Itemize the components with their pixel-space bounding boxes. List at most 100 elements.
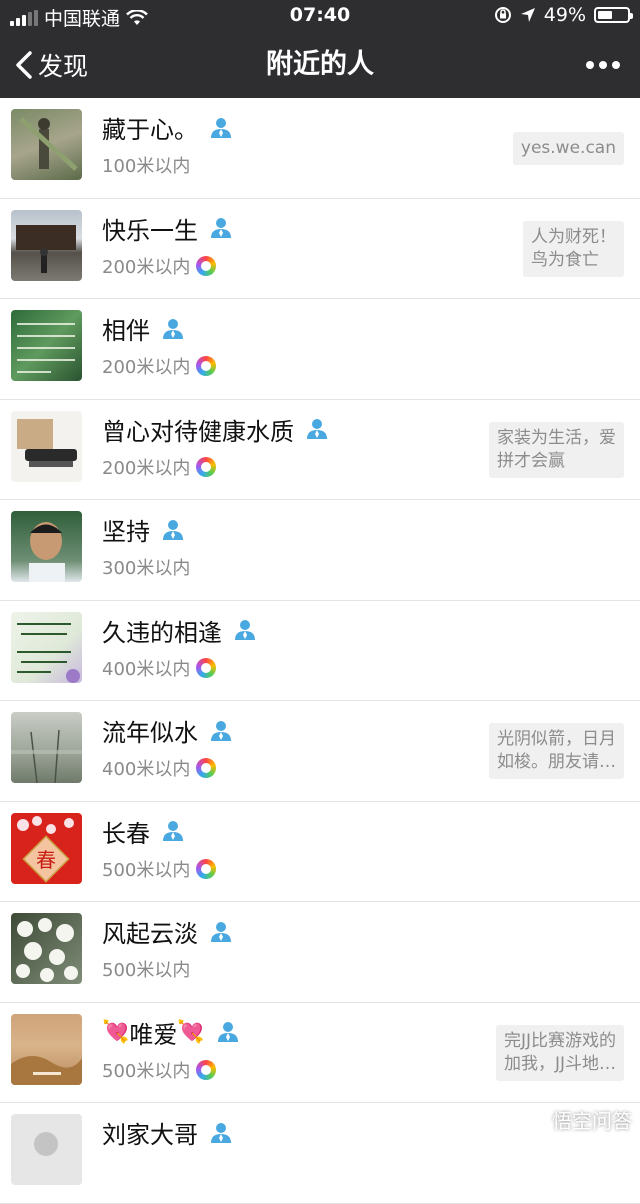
moments-icon [196, 758, 217, 778]
battery-percent: 49% [543, 4, 586, 26]
person-icon [163, 519, 183, 540]
more-dot-icon [612, 61, 620, 69]
more-dot-icon [586, 61, 594, 69]
watermark: 悟空问答 [520, 1105, 632, 1134]
moments-icon [196, 456, 217, 477]
rotation-lock-icon [494, 7, 511, 23]
person-name: 刘家大哥 [102, 1115, 232, 1150]
wukong-logo-icon [520, 1106, 546, 1133]
avatar [11, 1114, 82, 1185]
spring-char: 春 [36, 848, 56, 872]
list-item[interactable]: 曾心对待健康水质 200米以内 家装为生活，爱 拼才会赢 [0, 400, 640, 500]
list-item[interactable]: 春 长春 500米以内 [0, 802, 640, 902]
person-name: 藏于心。 [102, 110, 232, 145]
person-name: 风起云淡 [102, 914, 232, 949]
distance: 400米以内 [102, 755, 217, 781]
person-icon [211, 921, 231, 942]
person-name: 相伴 [102, 311, 184, 346]
signature-bubble: 完JJ比赛游戏的 加我，JJ斗地… [495, 1024, 624, 1081]
distance: 100米以内 [102, 152, 190, 178]
distance-text: 500米以内 [102, 960, 191, 981]
person-name: 快乐一生 [102, 211, 232, 246]
list-item[interactable]: 风起云淡 500米以内 [0, 902, 640, 1003]
person-name-text: 唯爱 [129, 1020, 178, 1049]
avatar-photo [16, 918, 78, 982]
distance: 500米以内 [102, 956, 190, 982]
avatar [11, 310, 82, 381]
person-name-text: 相伴 [102, 317, 150, 345]
distance-text: 300米以内 [102, 558, 191, 579]
distance-text: 200米以内 [102, 457, 191, 479]
person-name-text: 长春 [102, 819, 150, 848]
avatar-photo [17, 622, 80, 683]
person-name-text: 坚持 [102, 518, 150, 546]
list-item[interactable]: 坚持 300米以内 [0, 500, 640, 601]
distance: 200米以内 [102, 353, 217, 379]
distance: 300米以内 [102, 554, 190, 580]
watermark-text: 悟空问答 [552, 1109, 632, 1133]
distance: 200米以内 [102, 454, 217, 480]
person-icon [307, 419, 327, 439]
distance: 500米以内 [102, 1057, 217, 1083]
distance: 400米以内 [102, 655, 217, 681]
list-item[interactable]: 久违的相逢 400米以内 [0, 601, 640, 701]
person-name-text: 快乐一生 [102, 216, 198, 245]
avatar-photo [29, 522, 65, 582]
signature-bubble: 人为财死！ 鸟为食亡 [523, 220, 624, 277]
signature-bubble: 家装为生活，爱 拼才会赢 [489, 421, 624, 478]
list-item[interactable]: 💘 唯爱 💘 500米以内 完JJ比赛游戏的 加我，JJ斗地… [0, 1003, 640, 1103]
avatar-photo [16, 224, 76, 273]
avatar-photo: 春 [17, 815, 74, 883]
person-name-text: 刘家大哥 [102, 1121, 198, 1149]
avatar-photo [19, 117, 78, 171]
distance-text: 200米以内 [102, 256, 191, 278]
distance-text: 100米以内 [102, 156, 191, 177]
avatar [11, 1013, 82, 1085]
person-icon [211, 218, 231, 238]
distance-text: 400米以内 [102, 658, 191, 680]
distance-text: 500米以内 [102, 1060, 191, 1082]
avatar: 春 [11, 812, 82, 884]
more-dot-icon [599, 61, 607, 69]
person-name-text: 流年似水 [102, 719, 198, 747]
location-icon [520, 8, 535, 22]
person-name: 长春 [102, 814, 184, 849]
list-item[interactable]: 相伴 200米以内 [0, 299, 640, 400]
distance-text: 200米以内 [102, 357, 191, 378]
status-right: 49% [494, 4, 633, 26]
person-name: 流年似水 [102, 713, 232, 748]
person-icon [217, 1022, 238, 1042]
list-item[interactable]: 藏于心。 100米以内 yes.we.can [0, 98, 640, 199]
moments-icon [196, 858, 217, 879]
person-icon [211, 117, 231, 138]
moments-icon [196, 255, 217, 276]
person-name-text: 风起云淡 [102, 920, 198, 948]
more-button[interactable] [586, 32, 620, 98]
distance-text: 500米以内 [102, 859, 191, 881]
person-name-text: 曾心对待健康水质 [102, 417, 294, 446]
battery-fill [598, 11, 612, 19]
nearby-people-list: 藏于心。 100米以内 yes.we.can 快乐一生 200米以内 人为财死！… [0, 98, 640, 1204]
person-icon [211, 1122, 231, 1143]
avatar [11, 611, 82, 683]
list-item[interactable]: 流年似水 400米以内 光阴似箭，日月 如梭。朋友请… [0, 701, 640, 802]
person-name-text: 藏于心。 [102, 116, 198, 144]
battery-icon [594, 7, 633, 23]
heart-icon: 💘 [102, 1019, 130, 1045]
avatar [11, 209, 82, 281]
nav-bar: 发现 附近的人 [0, 32, 640, 98]
avatar-photo [11, 1055, 82, 1085]
person-name: 💘 唯爱 💘 [102, 1015, 239, 1050]
heart-icon: 💘 [177, 1019, 205, 1045]
avatar-photo [11, 729, 82, 783]
avatar [11, 511, 82, 582]
page-title: 附近的人 [266, 49, 374, 80]
moments-icon [196, 356, 217, 376]
moments-icon [196, 657, 217, 678]
avatar-photo [17, 323, 75, 373]
signature-bubble: 光阴似箭，日月 如梭。朋友请… [489, 723, 624, 779]
list-item[interactable]: 快乐一生 200米以内 人为财死！ 鸟为食亡 [0, 199, 640, 299]
person-name: 坚持 [102, 512, 184, 547]
avatar-photo [34, 1132, 58, 1156]
person-icon [163, 821, 183, 841]
